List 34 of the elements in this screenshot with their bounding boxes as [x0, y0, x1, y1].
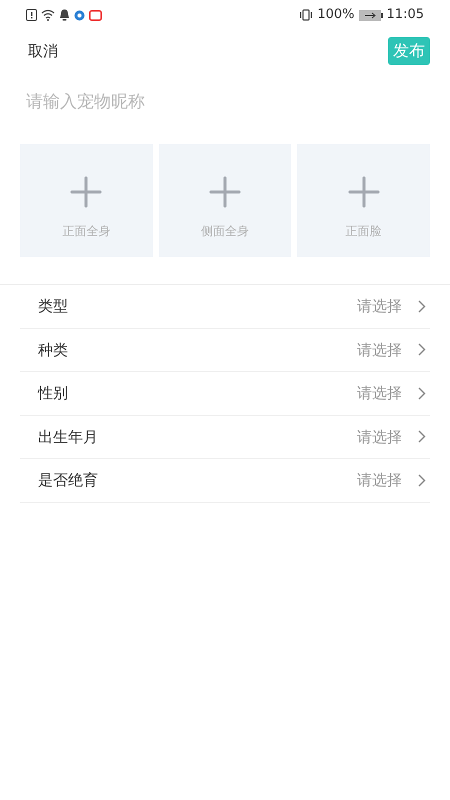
plus-icon [70, 176, 102, 208]
row-label: 出生年月 [38, 426, 99, 448]
chevron-right-icon [418, 430, 426, 444]
chevron-right-icon [418, 343, 426, 356]
form-row[interactable]: 类型 请选择 [20, 285, 430, 328]
bell-icon [59, 9, 70, 21]
row-value: 请选择 [357, 340, 402, 360]
form-row[interactable]: 是否绝育 请选择 [20, 459, 430, 502]
cancel-button[interactable]: 取消 [28, 40, 58, 62]
row-value: 请选择 [357, 296, 402, 317]
slot-label: 正面脸 [346, 222, 382, 240]
plus-icon [208, 176, 241, 208]
slot-label: 正面全身 [62, 222, 110, 240]
vibrate-icon [299, 9, 314, 21]
status-time: 11:05 [386, 6, 424, 24]
chevron-right-icon [418, 474, 426, 487]
battery-icon [358, 10, 383, 20]
row-value: 请选择 [357, 426, 402, 448]
slot-label: 侧面全身 [200, 222, 249, 240]
wifi-icon [41, 9, 55, 21]
form-row[interactable]: 种类 请选择 [20, 328, 430, 372]
row-label: 性别 [38, 383, 69, 404]
row-value: 请选择 [357, 470, 402, 491]
chevron-right-icon [418, 386, 426, 400]
row-label: 种类 [38, 340, 69, 360]
form-row[interactable]: 出生年月 请选择 [20, 416, 430, 459]
row-value: 请选择 [357, 383, 402, 404]
plus-icon [348, 176, 380, 208]
chevron-right-icon [418, 300, 426, 313]
pet-name-field[interactable]: 请输入宠物昵称 [26, 90, 424, 116]
battery-percent: 100% [317, 6, 355, 24]
row-label: 类型 [38, 296, 69, 317]
form-row[interactable]: 性别 请选择 [20, 372, 430, 416]
row-label: 是否绝育 [38, 470, 99, 491]
